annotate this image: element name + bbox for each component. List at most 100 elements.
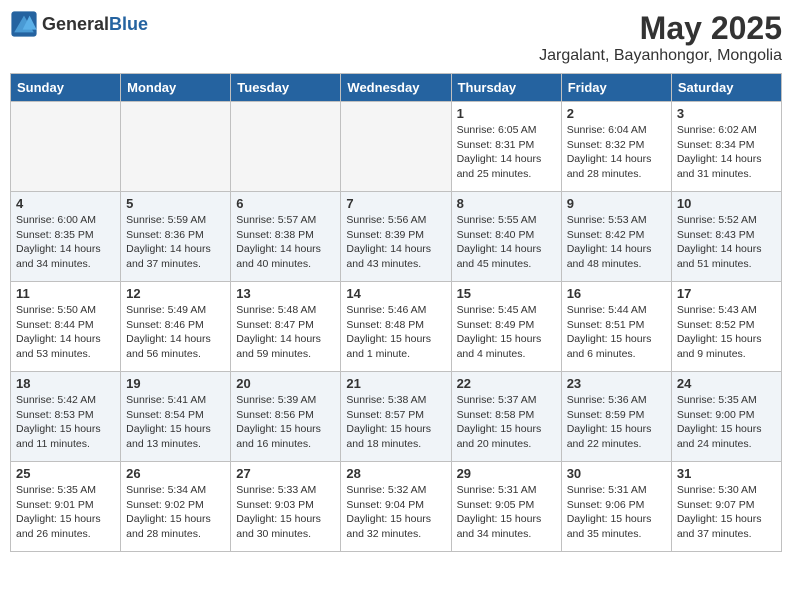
calendar-cell: [231, 102, 341, 192]
calendar-cell: 29Sunrise: 5:31 AM Sunset: 9:05 PM Dayli…: [451, 462, 561, 552]
calendar-cell: 27Sunrise: 5:33 AM Sunset: 9:03 PM Dayli…: [231, 462, 341, 552]
day-info: Sunrise: 5:35 AM Sunset: 9:00 PM Dayligh…: [677, 393, 776, 452]
calendar-cell: 12 Sunrise: 5:49 AM Sunset: 8:46 PM Dayli…: [121, 282, 231, 372]
day-info: Sunrise: 6:05 AM Sunset: 8:31 PM Dayligh…: [457, 123, 556, 182]
day-header-wednesday: Wednesday: [341, 74, 451, 102]
day-header-tuesday: Tuesday: [231, 74, 341, 102]
day-number: 2: [567, 106, 666, 121]
day-number: 21: [346, 376, 445, 391]
day-info: Sunrise: 5:59 AM Sunset: 8:36 PM Dayligh…: [126, 213, 225, 272]
day-number: 30: [567, 466, 666, 481]
day-number: 10: [677, 196, 776, 211]
page-title: May 2025: [539, 10, 782, 47]
page-header: GeneralBlue May 2025 Jargalant, Bayanhon…: [10, 10, 782, 65]
week-row-3: 11Sunrise: 5:50 AM Sunset: 8:44 PM Dayli…: [11, 282, 782, 372]
week-row-5: 25 Sunrise: 5:35 AM Sunset: 9:01 PM Dayli…: [11, 462, 782, 552]
calendar-cell: [11, 102, 121, 192]
day-number: 20: [236, 376, 335, 391]
day-info: Sunrise: 5:39 AM Sunset: 8:56 PM Dayligh…: [236, 393, 335, 452]
days-header: SundayMondayTuesdayWednesdayThursdayFrid…: [11, 74, 782, 102]
logo-general: General: [42, 14, 109, 34]
calendar-cell: 13Sunrise: 5:48 AM Sunset: 8:47 PM Dayli…: [231, 282, 341, 372]
day-info: Sunrise: 5:31 AM Sunset: 9:06 PM Dayligh…: [567, 483, 666, 542]
calendar-table: SundayMondayTuesdayWednesdayThursdayFrid…: [10, 73, 782, 552]
calendar-cell: 17Sunrise: 5:43 AM Sunset: 8:52 PM Dayli…: [671, 282, 781, 372]
calendar-cell: 16 Sunrise: 5:44 AM Sunset: 8:51 PM Dayli…: [561, 282, 671, 372]
day-info: Sunrise: 5:42 AM Sunset: 8:53 PM Dayligh…: [16, 393, 115, 452]
day-info: Sunrise: 5:45 AM Sunset: 8:49 PM Dayligh…: [457, 303, 556, 362]
day-number: 29: [457, 466, 556, 481]
day-info: Sunrise: 6:04 AM Sunset: 8:32 PM Dayligh…: [567, 123, 666, 182]
day-header-thursday: Thursday: [451, 74, 561, 102]
day-number: 4: [16, 196, 115, 211]
calendar-cell: 25 Sunrise: 5:35 AM Sunset: 9:01 PM Dayli…: [11, 462, 121, 552]
day-info: Sunrise: 5:34 AM Sunset: 9:02 PM Dayligh…: [126, 483, 225, 542]
day-number: 9: [567, 196, 666, 211]
day-number: 8: [457, 196, 556, 211]
logo-blue: Blue: [109, 14, 148, 34]
day-number: 12: [126, 286, 225, 301]
day-info: Sunrise: 5:30 AM Sunset: 9:07 PM Dayligh…: [677, 483, 776, 542]
calendar-cell: 7 Sunrise: 5:56 AM Sunset: 8:39 PM Daylig…: [341, 192, 451, 282]
day-info: Sunrise: 5:44 AM Sunset: 8:51 PM Dayligh…: [567, 303, 666, 362]
day-header-monday: Monday: [121, 74, 231, 102]
calendar-cell: 18 Sunrise: 5:42 AM Sunset: 8:53 PM Dayli…: [11, 372, 121, 462]
day-number: 6: [236, 196, 335, 211]
calendar-cell: 1 Sunrise: 6:05 AM Sunset: 8:31 PM Daylig…: [451, 102, 561, 192]
day-info: Sunrise: 5:33 AM Sunset: 9:03 PM Dayligh…: [236, 483, 335, 542]
day-info: Sunrise: 5:52 AM Sunset: 8:43 PM Dayligh…: [677, 213, 776, 272]
day-header-sunday: Sunday: [11, 74, 121, 102]
page-subtitle: Jargalant, Bayanhongor, Mongolia: [539, 47, 782, 65]
calendar-cell: 8Sunrise: 5:55 AM Sunset: 8:40 PM Daylig…: [451, 192, 561, 282]
day-info: Sunrise: 5:49 AM Sunset: 8:46 PM Dayligh…: [126, 303, 225, 362]
calendar-cell: 6 Sunrise: 5:57 AM Sunset: 8:38 PM Daylig…: [231, 192, 341, 282]
calendar-cell: 10 Sunrise: 5:52 AM Sunset: 8:43 PM Dayli…: [671, 192, 781, 282]
calendar-cell: [121, 102, 231, 192]
day-number: 3: [677, 106, 776, 121]
logo: GeneralBlue: [10, 10, 148, 38]
day-number: 18: [16, 376, 115, 391]
day-number: 23: [567, 376, 666, 391]
day-number: 1: [457, 106, 556, 121]
day-info: Sunrise: 5:46 AM Sunset: 8:48 PM Dayligh…: [346, 303, 445, 362]
logo-icon: [10, 10, 38, 38]
day-info: Sunrise: 5:32 AM Sunset: 9:04 PM Dayligh…: [346, 483, 445, 542]
day-info: Sunrise: 5:56 AM Sunset: 8:39 PM Dayligh…: [346, 213, 445, 272]
calendar-cell: 3 Sunrise: 6:02 AM Sunset: 8:34 PM Daylig…: [671, 102, 781, 192]
day-info: Sunrise: 6:02 AM Sunset: 8:34 PM Dayligh…: [677, 123, 776, 182]
week-row-4: 18 Sunrise: 5:42 AM Sunset: 8:53 PM Dayli…: [11, 372, 782, 462]
calendar-cell: 28Sunrise: 5:32 AM Sunset: 9:04 PM Dayli…: [341, 462, 451, 552]
day-info: Sunrise: 5:35 AM Sunset: 9:01 PM Dayligh…: [16, 483, 115, 542]
day-number: 19: [126, 376, 225, 391]
day-number: 24: [677, 376, 776, 391]
day-info: Sunrise: 5:41 AM Sunset: 8:54 PM Dayligh…: [126, 393, 225, 452]
calendar-cell: 31 Sunrise: 5:30 AM Sunset: 9:07 PM Dayli…: [671, 462, 781, 552]
calendar-cell: 24 Sunrise: 5:35 AM Sunset: 9:00 PM Dayli…: [671, 372, 781, 462]
week-row-2: 4 Sunrise: 6:00 AM Sunset: 8:35 PM Daylig…: [11, 192, 782, 282]
day-number: 14: [346, 286, 445, 301]
day-info: Sunrise: 5:48 AM Sunset: 8:47 PM Dayligh…: [236, 303, 335, 362]
day-info: Sunrise: 5:37 AM Sunset: 8:58 PM Dayligh…: [457, 393, 556, 452]
day-number: 31: [677, 466, 776, 481]
calendar-cell: 20 Sunrise: 5:39 AM Sunset: 8:56 PM Dayli…: [231, 372, 341, 462]
day-header-saturday: Saturday: [671, 74, 781, 102]
day-number: 5: [126, 196, 225, 211]
calendar-cell: 15 Sunrise: 5:45 AM Sunset: 8:49 PM Dayli…: [451, 282, 561, 372]
day-header-friday: Friday: [561, 74, 671, 102]
day-info: Sunrise: 6:00 AM Sunset: 8:35 PM Dayligh…: [16, 213, 115, 272]
day-number: 25: [16, 466, 115, 481]
day-number: 11: [16, 286, 115, 301]
day-number: 7: [346, 196, 445, 211]
day-number: 26: [126, 466, 225, 481]
calendar-cell: 11Sunrise: 5:50 AM Sunset: 8:44 PM Dayli…: [11, 282, 121, 372]
calendar-cell: 2 Sunrise: 6:04 AM Sunset: 8:32 PM Daylig…: [561, 102, 671, 192]
day-number: 16: [567, 286, 666, 301]
day-info: Sunrise: 5:36 AM Sunset: 8:59 PM Dayligh…: [567, 393, 666, 452]
calendar-cell: 21Sunrise: 5:38 AM Sunset: 8:57 PM Dayli…: [341, 372, 451, 462]
day-number: 15: [457, 286, 556, 301]
calendar-cell: 14 Sunrise: 5:46 AM Sunset: 8:48 PM Dayli…: [341, 282, 451, 372]
day-info: Sunrise: 5:57 AM Sunset: 8:38 PM Dayligh…: [236, 213, 335, 272]
week-row-1: 1 Sunrise: 6:05 AM Sunset: 8:31 PM Daylig…: [11, 102, 782, 192]
day-info: Sunrise: 5:43 AM Sunset: 8:52 PM Dayligh…: [677, 303, 776, 362]
title-area: May 2025 Jargalant, Bayanhongor, Mongoli…: [539, 10, 782, 65]
